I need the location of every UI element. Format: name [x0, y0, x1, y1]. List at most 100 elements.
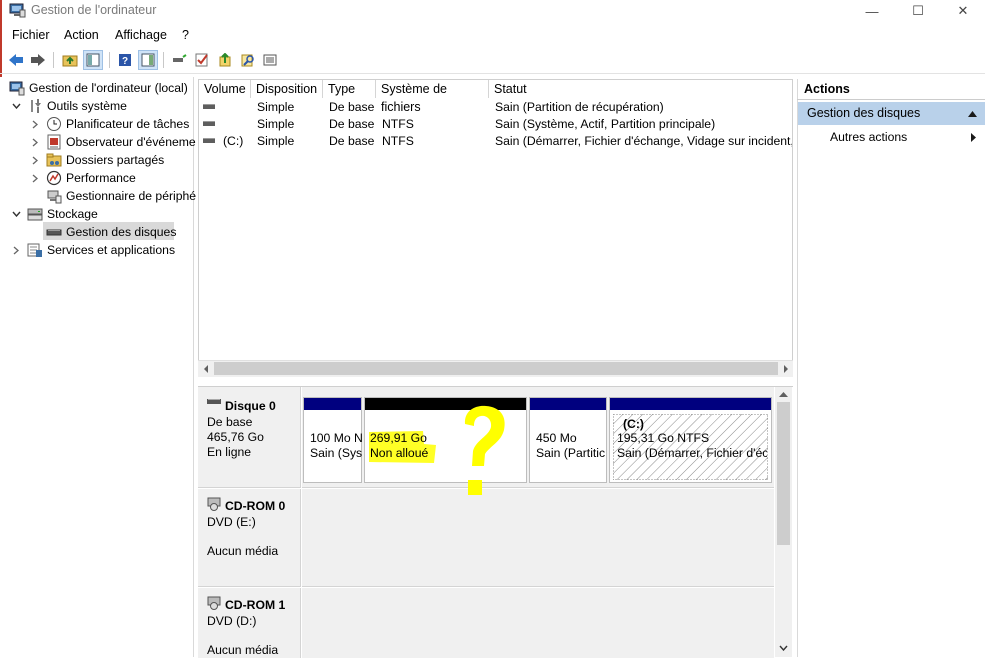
cdrom0-media: Aucun média	[207, 544, 279, 558]
scroll-left-icon[interactable]	[200, 362, 212, 375]
services-icon	[27, 242, 43, 258]
partition-recovery[interactable]: 450 Mo Sain (Partitic	[529, 397, 607, 483]
partition-size: 100 Mo N	[310, 431, 362, 445]
submenu-arrow-icon[interactable]	[971, 133, 976, 142]
list-view-icon[interactable]	[260, 50, 280, 70]
cell-fs: NTFS	[382, 117, 414, 131]
export-icon[interactable]	[215, 50, 235, 70]
scroll-right-icon[interactable]	[779, 362, 791, 375]
cell-type: De base	[329, 134, 375, 148]
show-tree-icon[interactable]	[83, 50, 103, 70]
partition-status: Sain (Sys	[310, 446, 362, 460]
table-row[interactable]: Simple De base NTFS Sain (Système, Actif…	[199, 116, 792, 133]
minimize-button[interactable]: —	[849, 0, 895, 22]
horizontal-scroll-thumb[interactable]	[214, 362, 778, 375]
disk0-label[interactable]: Disque 0 De base 465,76 Go En ligne	[198, 387, 301, 488]
actions-section-header[interactable]: Gestion des disques	[798, 102, 985, 125]
connect-icon[interactable]	[169, 50, 189, 70]
chevron-right-icon[interactable]	[30, 151, 40, 169]
chevron-right-icon[interactable]	[11, 241, 21, 259]
menu-action[interactable]: Action	[64, 28, 99, 42]
chevron-right-icon[interactable]	[30, 169, 40, 187]
column-header-statut[interactable]: Statut	[489, 80, 792, 98]
cdrom0-area	[302, 489, 774, 587]
cell-volume: (C:)	[223, 134, 244, 148]
partition-bar	[304, 398, 361, 410]
help-icon[interactable]: ?	[115, 50, 135, 70]
event-viewer-icon	[46, 134, 62, 150]
chevron-down-icon[interactable]	[11, 205, 21, 223]
tree-item-gestion-disques[interactable]: Gestion des disques	[46, 223, 176, 241]
table-row[interactable]: (C:) Simple De base NTFS Sain (Démarrer,…	[199, 133, 792, 150]
tree-item-outils[interactable]: Outils système	[27, 97, 127, 115]
partition-size: 269,91 Go	[370, 431, 427, 445]
chevron-right-icon[interactable]	[30, 133, 40, 151]
show-actions-icon[interactable]	[138, 50, 158, 70]
menu-bar: Fichier Action Affichage ?	[0, 25, 985, 45]
tree-root[interactable]: Gestion de l'ordinateur (local)	[9, 79, 188, 97]
tree-item-label: Stockage	[47, 207, 98, 221]
partition-bar	[530, 398, 606, 410]
scroll-down-icon[interactable]	[777, 642, 790, 653]
tree-item-label: Services et applications	[47, 243, 176, 257]
cdrom-icon	[207, 596, 221, 610]
chevron-right-icon[interactable]	[30, 115, 40, 133]
vertical-scroll-thumb[interactable]	[777, 402, 790, 545]
partition-c[interactable]: (C:) 195,31 Go NTFS Sain (Démarrer, Fich…	[609, 397, 772, 483]
partition-system[interactable]: 100 Mo N Sain (Sys	[303, 397, 362, 483]
svg-text:?: ?	[122, 56, 128, 67]
cell-type: De base	[329, 100, 375, 114]
column-header-disposition[interactable]: Disposition	[251, 80, 323, 98]
up-folder-icon[interactable]	[60, 50, 80, 70]
volume-icon	[203, 121, 215, 126]
cdrom0-label[interactable]: CD-ROM 0 DVD (E:) Aucun média	[198, 489, 301, 587]
tree-item-gestionnaire[interactable]: Gestionnaire de périphé	[46, 187, 196, 205]
menu-fichier[interactable]: Fichier	[12, 28, 50, 42]
disk0-type: De base	[207, 415, 253, 429]
maximize-button[interactable]: ☐	[895, 0, 941, 22]
toolbar-separator	[163, 52, 164, 68]
disk0-size: 465,76 Go	[207, 430, 264, 444]
column-header-volume[interactable]: Volume	[199, 80, 251, 98]
tree-item-performance[interactable]: Performance	[46, 169, 136, 187]
close-button[interactable]: ✕	[940, 0, 985, 22]
menu-affichage[interactable]: Affichage	[115, 28, 167, 42]
tree-item-dossiers[interactable]: Dossiers partagés	[46, 151, 164, 169]
forward-icon[interactable]	[28, 50, 48, 70]
toolbar-separator	[109, 52, 110, 68]
actions-section-label: Gestion des disques	[807, 106, 921, 120]
column-header-type[interactable]: Type	[323, 80, 376, 98]
tree-item-planificateur[interactable]: Planificateur de tâches	[46, 115, 189, 133]
menu-help[interactable]: ?	[182, 28, 189, 42]
properties-icon[interactable]	[192, 50, 212, 70]
scroll-up-icon[interactable]	[777, 389, 790, 400]
cdrom1-name: CD-ROM 1	[225, 598, 286, 612]
cdrom0-drive: DVD (E:)	[207, 515, 256, 529]
toolbar: ?	[0, 47, 985, 74]
search-icon[interactable]	[238, 50, 258, 70]
table-row[interactable]: Simple De base Sain (Partition de récupé…	[199, 99, 792, 116]
tree-item-stockage[interactable]: Stockage	[27, 205, 98, 223]
tree-item-services[interactable]: Services et applications	[27, 241, 175, 259]
tree-item-observateur[interactable]: Observateur d'événeme	[46, 133, 196, 151]
partition-status: Non alloué	[370, 446, 429, 460]
column-header-fs[interactable]: Système de fichiers	[376, 80, 489, 114]
disk-management-icon	[46, 224, 62, 240]
tree-item-label: Outils système	[47, 99, 127, 113]
device-manager-icon	[46, 188, 62, 204]
tree-item-label: Planificateur de tâches	[66, 117, 190, 131]
collapse-up-icon[interactable]	[968, 111, 977, 117]
actions-pane	[797, 79, 985, 657]
partition-letter: (C:)	[623, 417, 644, 431]
disk0-state: En ligne	[207, 445, 252, 459]
partition-size: 450 Mo	[536, 431, 577, 445]
window-title: Gestion de l'ordinateur	[31, 3, 157, 17]
tree-item-label: Gestion des disques	[66, 225, 177, 239]
back-icon[interactable]	[6, 50, 26, 70]
more-actions-item[interactable]: Autres actions	[830, 130, 907, 144]
cell-disposition: Simple	[257, 134, 295, 148]
cdrom1-label[interactable]: CD-ROM 1 DVD (D:) Aucun média	[198, 588, 301, 658]
disk-icon	[207, 399, 221, 404]
computer-management-icon	[9, 3, 26, 18]
chevron-down-icon[interactable]	[11, 97, 21, 115]
